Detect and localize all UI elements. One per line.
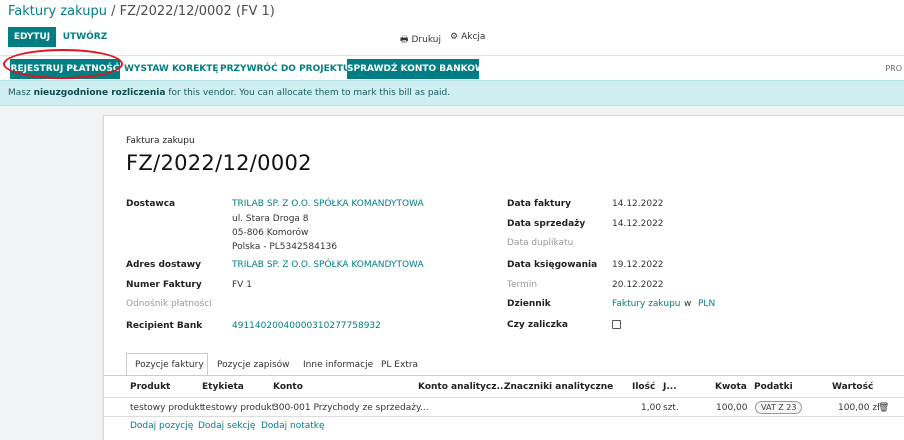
checkbox-box bbox=[612, 320, 621, 329]
accounting-date-label: Data księgowania bbox=[507, 260, 598, 270]
advance-checkbox[interactable] bbox=[612, 320, 621, 332]
accounting-date-field[interactable]: 19.12.2022 bbox=[612, 260, 664, 270]
col-label[interactable]: Etykieta bbox=[202, 382, 244, 392]
print-label: Drukuj bbox=[411, 35, 441, 45]
tabs-underline bbox=[104, 375, 904, 376]
advance-label: Czy zaliczka bbox=[507, 320, 568, 330]
sale-date-field[interactable]: 14.12.2022 bbox=[612, 219, 664, 229]
delivery-address-field[interactable]: TRILAB SP. Z O.O. SPÓŁKA KOMANDYTOWA bbox=[232, 260, 424, 270]
register-payment-button[interactable]: REJESTRUJ PŁATNOŚĆ bbox=[10, 59, 120, 79]
vendor-field[interactable]: TRILAB SP. Z O.O. SPÓŁKA KOMANDYTOWA bbox=[232, 199, 424, 209]
trash-icon[interactable]: 🗑 bbox=[878, 403, 889, 413]
action-menu[interactable]: ⚙ Akcja bbox=[450, 32, 485, 42]
col-account[interactable]: Konto bbox=[273, 382, 303, 392]
check-bank-account-button[interactable]: SPRAWDŹ KONTO BANKOWE bbox=[347, 59, 491, 79]
outstanding-credits-alert: Masz nieuzgodnione rozliczenia for this … bbox=[0, 80, 904, 106]
add-line-link[interactable]: Dodaj pozycję bbox=[130, 421, 193, 431]
col-taxes[interactable]: Podatki bbox=[754, 382, 793, 392]
journal-in-label: w bbox=[684, 299, 692, 309]
add-note-link[interactable]: Dodaj notatkę bbox=[261, 421, 325, 431]
invoice-number-label: Numer Faktury bbox=[126, 280, 202, 290]
invoice-number-field[interactable]: FV 1 bbox=[232, 280, 252, 290]
duplicate-date-label: Data duplikatu bbox=[507, 238, 574, 248]
col-price[interactable]: Kwota bbox=[715, 382, 747, 392]
due-date-label: Termin bbox=[507, 280, 538, 290]
row-label: testowy produkt bbox=[202, 403, 276, 413]
create-button[interactable]: UTWÓRZ bbox=[60, 27, 110, 47]
breadcrumb-separator: / bbox=[106, 4, 120, 19]
vendor-street: ul. Stara Droga 8 bbox=[232, 214, 309, 224]
col-analytic-tags[interactable]: Znaczniki analityczne bbox=[504, 382, 613, 392]
row-subtotal: 100,00 zł bbox=[838, 403, 880, 413]
col-product[interactable]: Produkt bbox=[130, 382, 170, 392]
breadcrumb: Faktury zakupu / FZ/2022/12/0002 (FV 1) bbox=[8, 4, 275, 19]
statusbar-overflow[interactable]: PRO bbox=[885, 64, 902, 73]
invoice-date-label: Data faktury bbox=[507, 199, 572, 209]
outstanding-credits-link[interactable]: nieuzgodnione rozliczenia bbox=[34, 88, 166, 98]
row-account: 300-001 Przychody ze sprzedaży... bbox=[273, 403, 429, 413]
vendor-country-vat: Polska - PL5342584136 bbox=[232, 242, 338, 252]
tax-badge: VAT Z 23 bbox=[755, 401, 803, 414]
journal-label: Dziennik bbox=[507, 299, 551, 309]
recipient-bank-label: Recipient Bank bbox=[126, 321, 203, 331]
reset-to-draft-button[interactable]: PRZYWRÓĆ DO PROJEKTU bbox=[220, 59, 350, 79]
sale-date-label: Data sprzedaży bbox=[507, 219, 586, 229]
due-date-field[interactable]: 20.12.2022 bbox=[612, 280, 664, 290]
payment-reference-label: Odnośnik płatności bbox=[126, 299, 212, 309]
tab-other-info[interactable]: Inne informacje bbox=[294, 353, 373, 376]
col-analytic-account[interactable]: Konto analitycz... bbox=[418, 382, 507, 392]
add-credit-note-button[interactable]: WYSTAW KOREKTĘ bbox=[124, 59, 219, 79]
vendor-city: 05-806 Komorów bbox=[232, 228, 309, 238]
row-product: testowy produkt bbox=[130, 403, 204, 413]
recipient-bank-field[interactable]: 49114020040000310277758932 bbox=[232, 321, 381, 331]
tab-pl-extra[interactable]: PL Extra bbox=[372, 353, 428, 376]
print-icon: 🖶 bbox=[400, 35, 409, 45]
row-quantity: 1,00 bbox=[641, 403, 662, 413]
col-subtotal[interactable]: Wartość bbox=[832, 382, 873, 392]
alert-suffix: for this vendor. You can allocate them t… bbox=[165, 88, 451, 98]
delivery-address-label: Adres dostawy bbox=[126, 260, 201, 270]
control-panel-divider bbox=[0, 55, 904, 56]
tab-journal-items[interactable]: Pozycje zapisów bbox=[208, 353, 294, 376]
gear-icon: ⚙ bbox=[450, 32, 459, 42]
add-section-link[interactable]: Dodaj sekcję bbox=[198, 421, 255, 431]
row-price: 100,00 bbox=[716, 403, 748, 413]
vendor-label: Dostawca bbox=[126, 199, 176, 209]
control-panel: Faktury zakupu / FZ/2022/12/0002 (FV 1) … bbox=[0, 0, 904, 80]
journal-field[interactable]: Faktury zakupu bbox=[612, 299, 681, 309]
col-quantity[interactable]: Ilość bbox=[632, 382, 655, 392]
tab-invoice-lines[interactable]: Pozycje faktury bbox=[126, 353, 208, 376]
document-name: FZ/2022/12/0002 bbox=[126, 151, 312, 175]
row-uom: szt. bbox=[663, 403, 679, 413]
col-uom[interactable]: J... bbox=[663, 382, 677, 392]
form-sheet: Faktura zakupu FZ/2022/12/0002 Dostawca … bbox=[103, 115, 904, 440]
document-type: Faktura zakupu bbox=[126, 136, 195, 146]
print-menu[interactable]: 🖶 Drukuj bbox=[400, 32, 441, 48]
edit-button[interactable]: EDYTUJ bbox=[8, 27, 56, 47]
breadcrumb-parent[interactable]: Faktury zakupu bbox=[8, 4, 107, 19]
invoice-date-field[interactable]: 14.12.2022 bbox=[612, 199, 664, 209]
action-label: Akcja bbox=[461, 32, 486, 42]
breadcrumb-current: FZ/2022/12/0002 (FV 1) bbox=[119, 4, 275, 19]
currency-field[interactable]: PLN bbox=[698, 299, 715, 309]
row-divider bbox=[104, 416, 904, 417]
alert-prefix: Masz bbox=[8, 88, 34, 98]
